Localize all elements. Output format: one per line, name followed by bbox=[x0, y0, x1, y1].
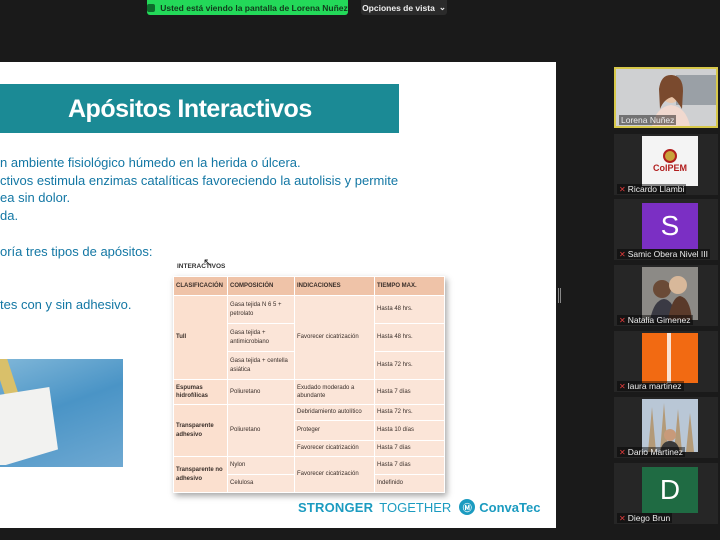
participant-tile-lorena[interactable]: Lorena Nuñez bbox=[614, 67, 718, 128]
view-options-label: Opciones de vista bbox=[362, 2, 435, 13]
participant-name: ✕ Natalia Gimenez bbox=[617, 315, 693, 325]
mic-muted-icon: ✕ bbox=[619, 185, 626, 194]
screen-share-label: Usted está viendo la pantalla de Lorena … bbox=[160, 2, 348, 13]
participant-name: ✕ Ricardo Llambi bbox=[617, 184, 687, 194]
mic-muted-icon: ✕ bbox=[619, 382, 626, 391]
participant-name: ✕ Dario Martinez bbox=[617, 447, 685, 457]
footer-stronger: STRONGER bbox=[298, 499, 374, 515]
participant-photo bbox=[642, 399, 698, 452]
participant-name-text: Samic Obera Nivel III bbox=[627, 249, 709, 259]
participant-name-text: Diego Brun bbox=[627, 513, 671, 523]
table-header-row: CLASIFICACIÓN COMPOSICIÓN INDICACIONES T… bbox=[173, 276, 445, 296]
shared-slide: Apósitos Interactivos n ambiente fisioló… bbox=[0, 62, 556, 528]
slide-bullet: n ambiente fisiológico húmedo en la heri… bbox=[0, 155, 301, 170]
slide-title-bar: Apósitos Interactivos bbox=[0, 84, 399, 133]
panel-resize-handle[interactable] bbox=[558, 288, 561, 303]
table-cell: Poliuretano bbox=[227, 404, 295, 457]
participant-tile-diego[interactable]: D ✕ Diego Brun bbox=[614, 463, 718, 524]
avatar-stripe bbox=[667, 333, 671, 383]
table-row: Transparente no adhesivo Nylon Favorecer… bbox=[173, 456, 445, 493]
table-header: CLASIFICACIÓN bbox=[173, 276, 228, 296]
table-header: COMPOSICIÓN bbox=[227, 276, 295, 296]
table-cell-group: Transparente no adhesivo bbox=[173, 456, 228, 493]
participant-name: ✕ Samic Obera Nivel III bbox=[617, 249, 711, 259]
table-header: INDICACIONES bbox=[294, 276, 375, 296]
slide-bullet: tes con y sin adhesivo. bbox=[0, 297, 132, 312]
table-cell: Hasta 72 hrs. bbox=[374, 404, 445, 421]
table-cell: Hasta 10 días bbox=[374, 420, 445, 441]
participant-avatar-color bbox=[642, 333, 698, 383]
participant-tile-ricardo[interactable]: ColPEM ✕ Ricardo Llambi bbox=[614, 134, 718, 195]
table-cell: Gasa tejida + centella asiática bbox=[227, 351, 295, 380]
table-row: Espumas hidrofílicas Poliuretano Exudado… bbox=[173, 379, 445, 405]
participant-name: Lorena Nuñez bbox=[619, 115, 677, 125]
participant-name-text: Natalia Gimenez bbox=[627, 315, 691, 325]
screen-share-icon bbox=[147, 3, 156, 12]
view-options-button[interactable]: Opciones de vista ⌄ bbox=[361, 0, 447, 15]
table-cell: Proteger bbox=[294, 420, 375, 441]
participant-name-text: Ricardo Llambi bbox=[627, 184, 685, 194]
slide-bullet: oría tres tipos de apósitos: bbox=[0, 244, 153, 259]
participant-tile-laura[interactable]: ✕ laura martinez bbox=[614, 331, 718, 392]
slide-bullet: ctivos estimula enzimas catalíticas favo… bbox=[0, 173, 399, 188]
table-cell: Hasta 72 hrs. bbox=[374, 351, 445, 380]
table-header: TIEMPO MAX. bbox=[374, 276, 445, 296]
table-cell-group: Espumas hidrofílicas bbox=[173, 379, 228, 405]
table-cell-group: Tull bbox=[173, 295, 228, 380]
screen-share-notice[interactable]: Usted está viendo la pantalla de Lorena … bbox=[147, 0, 348, 15]
table-cell: Exudado moderado a abundante bbox=[294, 379, 375, 405]
table-caption: INTERACTIVOS bbox=[177, 263, 226, 270]
participant-name: ✕ Diego Brun bbox=[617, 513, 673, 523]
table-cell: Favorecer cicatrización bbox=[294, 440, 375, 457]
colpem-logo-text: ColPEM bbox=[652, 163, 687, 173]
table-row: Transparente adhesivo Poliuretano Debrid… bbox=[173, 404, 445, 457]
convatec-logo-icon: Ⓜ bbox=[459, 499, 476, 515]
table-cell: Hasta 7 días bbox=[374, 379, 445, 405]
footer-together: TOGETHER bbox=[379, 499, 452, 515]
table-cell: Gasa tejida + antimicrobiano bbox=[227, 323, 295, 352]
colpem-logo-icon: ColPEM bbox=[642, 136, 698, 186]
footer-brand-name: ConvaTec bbox=[479, 499, 541, 515]
table-cell: Gasa tejida N 6 5 + petrolato bbox=[227, 295, 295, 324]
table-cell: Indefinido bbox=[374, 474, 445, 493]
table-cell: Nylon bbox=[227, 456, 295, 475]
chevron-down-icon: ⌄ bbox=[438, 2, 446, 12]
table-row: Tull Gasa tejida N 6 5 + petrolato Favor… bbox=[173, 295, 445, 380]
crest-icon bbox=[663, 149, 677, 163]
mic-muted-icon: ✕ bbox=[619, 250, 626, 259]
participant-avatar-letter: D bbox=[642, 467, 698, 513]
table-cell: Favorecer cicatrización bbox=[294, 456, 375, 493]
mic-muted-icon: ✕ bbox=[619, 448, 626, 457]
slide-footer-brand: STRONGER TOGETHER Ⓜ ConvaTec bbox=[298, 499, 540, 515]
participant-avatar-letter: S bbox=[642, 203, 698, 249]
table-cell-group: Transparente adhesivo bbox=[173, 404, 228, 457]
slide-title: Apósitos Interactivos bbox=[68, 95, 312, 123]
mic-muted-icon: ✕ bbox=[619, 316, 626, 325]
table-cell: Favorecer cicatrización bbox=[294, 295, 375, 380]
participant-tile-dario[interactable]: ✕ Dario Martinez bbox=[614, 397, 718, 458]
table-cell: Hasta 7 días bbox=[374, 456, 445, 475]
table-cell: Celulosa bbox=[227, 474, 295, 493]
table-cell: Hasta 7 días bbox=[374, 440, 445, 457]
table-cell: Hasta 48 hrs. bbox=[374, 295, 445, 324]
participant-tile-samic[interactable]: S ✕ Samic Obera Nivel III bbox=[614, 199, 718, 260]
participant-tile-natalia[interactable]: ✕ Natalia Gimenez bbox=[614, 265, 718, 326]
meeting-topbar: Usted está viendo la pantalla de Lorena … bbox=[0, 0, 720, 16]
slide-bullet: ea sin dolor. bbox=[0, 190, 71, 205]
table-cell: Debridamiento autolítico bbox=[294, 404, 375, 421]
table-cell: Poliuretano bbox=[227, 379, 295, 405]
participant-name: ✕ laura martinez bbox=[617, 381, 684, 391]
participant-name-text: laura martinez bbox=[627, 381, 682, 391]
participant-photo bbox=[642, 267, 698, 320]
participant-name-text: Dario Martinez bbox=[627, 447, 683, 457]
mic-muted-icon: ✕ bbox=[619, 514, 626, 523]
dressings-table: CLASIFICACIÓN COMPOSICIÓN INDICACIONES T… bbox=[173, 276, 445, 493]
slide-bullet: da. bbox=[0, 208, 19, 223]
gauze-shape bbox=[0, 387, 58, 465]
wound-dressing-photo bbox=[0, 359, 123, 467]
table-cell: Hasta 48 hrs. bbox=[374, 323, 445, 352]
